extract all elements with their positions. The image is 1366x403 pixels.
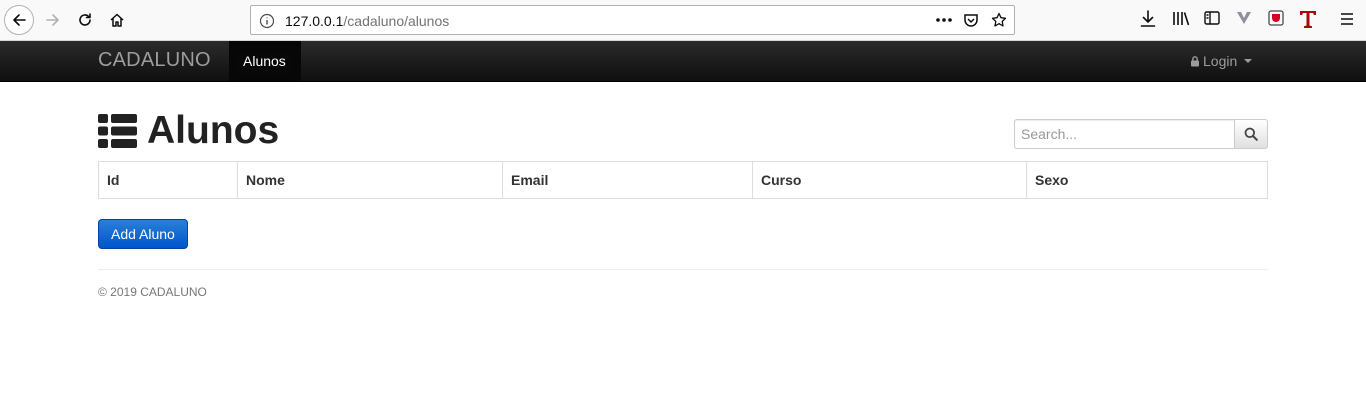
login-label: Login [1203,53,1238,69]
extension-t-icon[interactable] [1299,9,1317,29]
info-icon[interactable] [259,13,275,29]
search-input[interactable] [1014,119,1234,149]
nav-item-label: Alunos [243,53,286,69]
address-bar[interactable]: 127.0.0.1/cadaluno/alunos [250,5,1015,35]
forward-button[interactable] [38,5,68,35]
column-header-email: Email [502,161,753,199]
url-text: 127.0.0.1/cadaluno/alunos [285,13,449,29]
back-button[interactable] [4,5,34,35]
search-form [1014,119,1268,149]
search-icon [1244,127,1258,141]
page-header: Alunos [98,108,279,154]
forward-arrow-icon [46,14,59,26]
menu-hamburger-icon[interactable] [1340,12,1354,26]
home-button[interactable] [102,5,132,35]
column-header-sexo: Sexo [1026,161,1268,199]
download-icon[interactable] [1140,10,1156,28]
reload-icon [79,13,91,26]
more-actions-icon[interactable] [935,12,953,28]
reload-button[interactable] [70,5,100,35]
page-title: Alunos [147,109,280,152]
search-button[interactable] [1234,119,1268,149]
add-aluno-button[interactable]: Add Aluno [98,219,188,249]
column-header-nome: Nome [237,161,503,199]
pocket-extension-icon[interactable] [1268,10,1284,26]
bookmark-star-icon[interactable] [991,12,1007,28]
list-icon [98,114,137,148]
back-arrow-icon [13,14,26,26]
table-header-row: Id Nome Email Curso Sexo [99,161,1268,199]
alunos-table: Id Nome Email Curso Sexo [98,161,1268,199]
url-host: 127.0.0.1 [285,13,344,29]
home-icon [110,13,124,27]
navbar-brand[interactable]: CADALUNO [98,49,211,72]
login-dropdown[interactable]: Login [1190,53,1253,69]
column-header-curso: Curso [752,161,1027,199]
footer-copyright: © 2019 CADALUNO [98,285,207,299]
lock-icon [1191,55,1199,66]
site-navbar: CADALUNO Alunos Login [0,41,1366,82]
pocket-icon[interactable] [963,12,979,28]
sidebar-icon[interactable] [1204,10,1220,26]
footer-divider [98,269,1268,270]
extension-v-icon[interactable] [1236,10,1252,26]
nav-item-alunos[interactable]: Alunos [229,41,301,81]
library-icon[interactable] [1172,10,1190,28]
column-header-id: Id [107,172,120,188]
browser-toolbar: 127.0.0.1/cadaluno/alunos [0,0,1366,41]
caret-down-icon [1244,59,1253,63]
url-path: /cadaluno/alunos [343,13,450,29]
